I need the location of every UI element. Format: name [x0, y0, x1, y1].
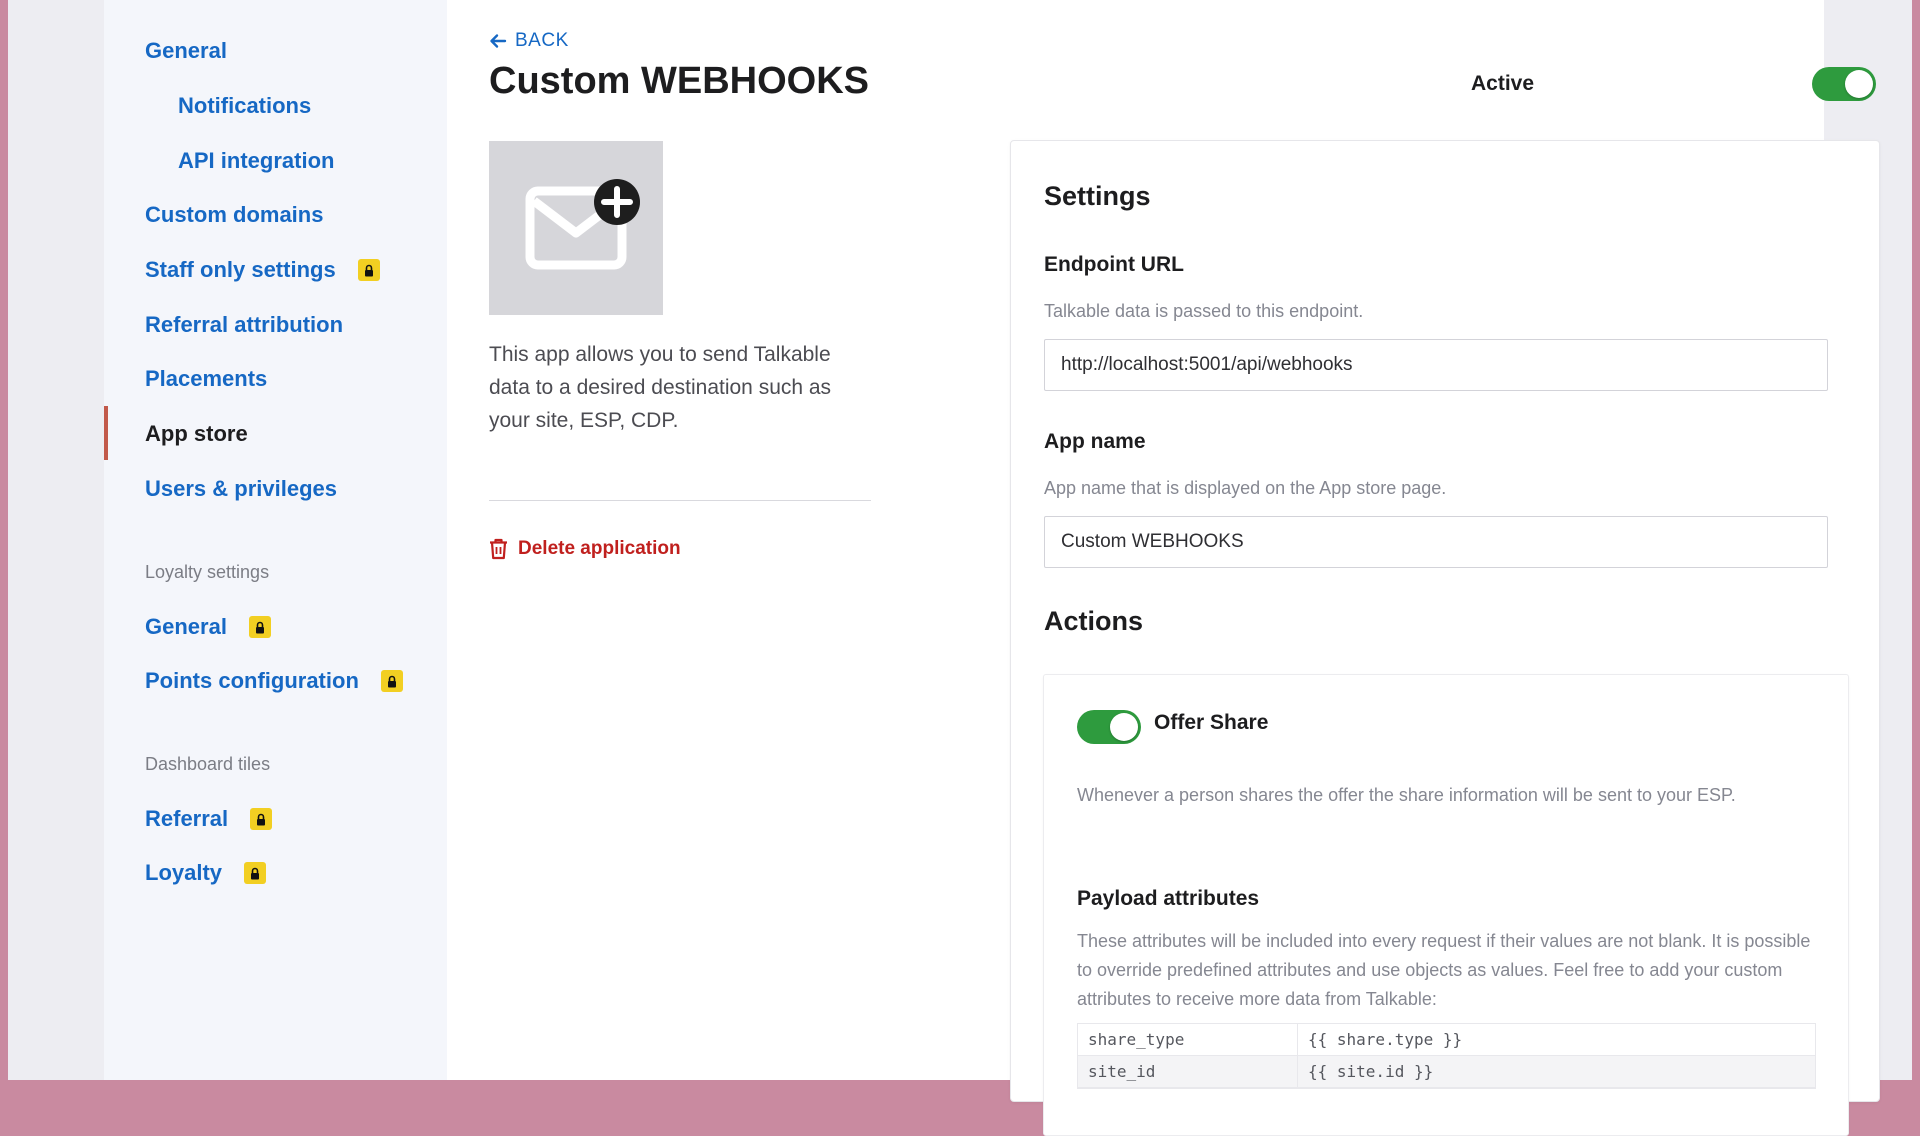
delete-application-label: Delete application	[518, 538, 681, 559]
page-title: Custom WEBHOOKS	[489, 60, 869, 102]
sidebar-item-loyalty[interactable]: Loyalty	[145, 860, 267, 886]
sidebar-item-label: Loyalty	[145, 860, 223, 885]
back-link-label: BACK	[515, 30, 569, 51]
payload-attributes-title: Payload attributes	[1077, 887, 1260, 910]
sidebar-item-points-configuration[interactable]: Points configuration	[145, 668, 403, 694]
toggle-knob	[1110, 713, 1138, 741]
sidebar: General Notifications API integration Cu…	[104, 0, 447, 1080]
app-container: General Notifications API integration Cu…	[104, 0, 1880, 1136]
action-description: Whenever a person shares the offer the s…	[1077, 785, 1736, 805]
actions-title: Actions	[1044, 606, 1144, 636]
sidebar-item-notifications[interactable]: Notifications	[178, 93, 311, 119]
lock-icon	[244, 862, 267, 884]
active-indicator	[104, 406, 108, 460]
sidebar-item-label: General	[145, 614, 227, 639]
action-title: Offer Share	[1154, 711, 1269, 734]
sidebar-item-api-integration[interactable]: API integration	[178, 148, 334, 174]
trash-icon	[490, 538, 507, 560]
sidebar-item-label: General	[145, 38, 227, 63]
delete-application-button[interactable]: Delete application	[489, 538, 681, 560]
sidebar-item-label: App store	[145, 421, 248, 446]
sidebar-item-label: Placements	[145, 366, 268, 391]
sidebar-item-label: Notifications	[178, 93, 312, 118]
payload-attributes-table: share_type {{ share.type }} site_id {{ s…	[1077, 1023, 1816, 1089]
app-name-hint: App name that is displayed on the App st…	[1044, 478, 1447, 498]
sidebar-item-referral-attribution[interactable]: Referral attribution	[145, 312, 343, 338]
sidebar-item-custom-domains[interactable]: Custom domains	[145, 202, 323, 228]
envelope-plus-icon	[525, 179, 640, 270]
toggle-knob	[1845, 70, 1873, 98]
attribute-key[interactable]: share_type	[1078, 1024, 1298, 1055]
sidebar-item-referral[interactable]: Referral	[145, 806, 273, 832]
payload-attributes-description: These attributes will be included into e…	[1077, 931, 1811, 1009]
table-row: site_id {{ site.id }}	[1078, 1056, 1815, 1088]
settings-card: Settings Endpoint URL Talkable data is p…	[1010, 140, 1880, 1136]
lock-icon	[357, 259, 380, 281]
window-frame: General Notifications API integration Cu…	[8, 0, 1912, 1136]
section-title-loyalty-settings: Loyalty settings	[145, 562, 270, 582]
sidebar-item-label: Custom domains	[145, 202, 324, 227]
sidebar-item-placements[interactable]: Placements	[145, 366, 267, 392]
attribute-value[interactable]: {{ site.id }}	[1298, 1056, 1815, 1087]
sidebar-item-app-store[interactable]: App store	[145, 421, 248, 447]
attribute-key[interactable]: site_id	[1078, 1056, 1298, 1087]
lock-icon	[248, 616, 271, 638]
sidebar-item-label: Referral	[145, 806, 229, 831]
sidebar-item-label: Staff only settings	[145, 257, 336, 282]
sidebar-item-label: Users & privileges	[145, 476, 337, 501]
offer-share-toggle[interactable]	[1077, 710, 1141, 744]
lock-icon	[380, 670, 403, 692]
endpoint-url-label: Endpoint URL	[1044, 253, 1184, 276]
app-name-input[interactable]	[1044, 516, 1828, 568]
arrow-left-icon	[490, 34, 507, 48]
divider	[489, 500, 871, 501]
app-description: This app allows you to send Talkable dat…	[489, 343, 832, 432]
section-title-dashboard-tiles: Dashboard tiles	[145, 754, 271, 774]
attribute-value[interactable]: {{ share.type }}	[1298, 1024, 1815, 1055]
sidebar-item-general[interactable]: General	[145, 38, 227, 64]
action-card-offer-share: Offer Share Whenever a person shares the…	[1043, 674, 1849, 1136]
settings-title: Settings	[1044, 181, 1151, 211]
sidebar-item-staff-only-settings[interactable]: Staff only settings	[145, 257, 380, 283]
main-content: BACK Custom WEBHOOKS Active This app all…	[447, 0, 1880, 1136]
sidebar-item-loyalty-general[interactable]: General	[145, 614, 271, 640]
app-name-label: App name	[1044, 430, 1146, 453]
sidebar-item-label: Points configuration	[145, 668, 359, 693]
active-toggle-label: Active	[1471, 72, 1535, 95]
sidebar-item-label: API integration	[178, 148, 335, 173]
table-row: share_type {{ share.type }}	[1078, 1024, 1815, 1056]
back-link[interactable]: BACK	[489, 30, 569, 52]
active-toggle[interactable]	[1812, 67, 1876, 101]
endpoint-url-input[interactable]	[1044, 339, 1828, 391]
app-icon	[489, 141, 663, 315]
lock-icon	[250, 808, 273, 830]
sidebar-item-users-privileges[interactable]: Users & privileges	[145, 476, 337, 502]
endpoint-url-hint: Talkable data is passed to this endpoint…	[1044, 301, 1364, 321]
sidebar-item-label: Referral attribution	[145, 312, 344, 337]
